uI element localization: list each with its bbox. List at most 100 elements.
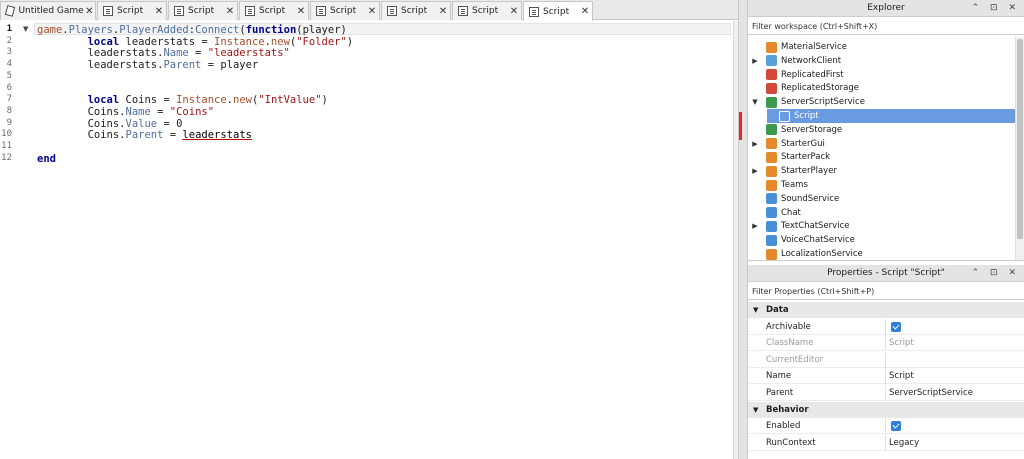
teams-icon — [766, 179, 777, 191]
code-line[interactable]: Coins.Name = "Coins" — [37, 106, 214, 118]
column-divider[interactable] — [885, 385, 886, 401]
code-token: (player) — [296, 24, 347, 36]
collapse-arrow-icon[interactable]: ▼ — [753, 402, 758, 418]
explorer-item-serverscriptservice[interactable]: ▼ ServerScriptService — [748, 95, 1015, 109]
column-divider[interactable] — [885, 434, 886, 451]
code-line[interactable]: leaderstats.Name = "leaderstats" — [37, 47, 290, 59]
drop-indicator — [739, 112, 742, 140]
line-number: 5 — [6, 70, 12, 81]
tab-script[interactable]: Script ✕ — [452, 1, 522, 20]
explorer-item-textchatservice[interactable]: ▶ TextChatService — [748, 219, 1015, 233]
expand-arrow-icon[interactable]: ▶ — [751, 140, 759, 148]
property-row-classname[interactable]: ClassName Script — [748, 335, 1024, 352]
explorer-item-label: VoiceChatService — [781, 235, 855, 246]
expand-arrow-icon[interactable]: ▶ — [751, 57, 759, 65]
script-editor[interactable]: 1 2 3 4 5 6 7 8 9 10 11 12 ▼ game.Players.PlayerAdde… — [0, 21, 733, 459]
explorer-item-networkclient[interactable]: ▶ NetworkClient — [748, 54, 1015, 68]
property-row-parent[interactable]: Parent ServerScriptService — [748, 385, 1024, 401]
checkbox-checked[interactable] — [891, 321, 901, 332]
fold-toggle-icon[interactable]: ▼ — [23, 25, 28, 33]
tab-script[interactable]: Script ✕ — [381, 1, 451, 20]
explorer-item-teams[interactable]: Teams — [748, 178, 1015, 192]
explorer-item-script[interactable]: Script — [767, 109, 1015, 123]
explorer-item-startergui[interactable]: ▶ StarterGui — [748, 137, 1015, 151]
line-number: 4 — [6, 59, 12, 70]
tab-untitled-game[interactable]: Untitled Game ✕ — [0, 1, 96, 20]
close-icon[interactable]: ✕ — [365, 6, 379, 17]
column-divider[interactable] — [885, 418, 886, 435]
explorer-item-chat[interactable]: Chat — [748, 206, 1015, 220]
close-icon[interactable]: ✕ — [507, 6, 521, 17]
tab-script[interactable]: Script ✕ — [239, 1, 309, 20]
tab-script[interactable]: Script ✕ — [97, 1, 167, 20]
code-line[interactable]: Coins.Value = 0 — [37, 118, 183, 130]
close-icon[interactable]: ✕ — [84, 6, 95, 17]
close-icon[interactable]: ✕ — [223, 6, 237, 17]
line-number: 8 — [6, 105, 12, 116]
code-line[interactable]: Coins.Parent = leaderstats — [37, 129, 252, 141]
column-divider[interactable] — [885, 351, 886, 368]
expand-arrow-icon[interactable]: ▶ — [751, 222, 759, 230]
close-icon[interactable]: ✕ — [578, 6, 592, 17]
category-data[interactable]: ▼ Data — [748, 302, 1024, 318]
category-behavior[interactable]: ▼ Behavior — [748, 401, 1024, 418]
code-token: new — [233, 94, 252, 107]
explorer-scrollbar[interactable] — [1015, 37, 1024, 260]
column-divider[interactable] — [885, 335, 886, 352]
explorer-item-replicatedfirst[interactable]: ReplicatedFirst — [748, 68, 1015, 82]
explorer-item-serverstorage[interactable]: ServerStorage — [748, 123, 1015, 137]
code-line[interactable]: leaderstats.Parent = player — [37, 59, 259, 71]
properties-window-controls[interactable]: ⌃ ⊡ ✕ — [972, 265, 1020, 282]
explorer-item-soundservice[interactable]: SoundService — [748, 192, 1015, 206]
panel-splitter[interactable] — [738, 0, 748, 459]
code-token: Connect — [195, 24, 240, 36]
explorer-item-voicechatservice[interactable]: VoiceChatService — [748, 233, 1015, 247]
explorer-filter-input[interactable]: Filter workspace (Ctrl+Shift+X) — [748, 18, 1024, 35]
explorer-item-label: StarterPlayer — [781, 166, 837, 177]
property-value[interactable]: Legacy — [889, 435, 919, 451]
properties-filter-input[interactable]: Filter Properties (Ctrl+Shift+P) — [748, 283, 1024, 300]
explorer-window-controls[interactable]: ⌃ ⊡ ✕ — [972, 0, 1020, 17]
code-token: ) — [346, 35, 354, 48]
code-line[interactable]: end — [37, 153, 56, 165]
tab-script-active[interactable]: Script ✕ — [523, 1, 593, 21]
code-token: = — [188, 47, 208, 60]
property-row-name[interactable]: Name Script — [748, 368, 1024, 385]
explorer-item-starterplayer[interactable]: ▶ StarterPlayer — [748, 164, 1015, 178]
tab-script[interactable]: Script ✕ — [168, 1, 238, 20]
property-row-runcontext[interactable]: RunContext Legacy — [748, 434, 1024, 451]
replicated-first-icon — [766, 69, 777, 81]
line-number: 1 — [6, 24, 12, 34]
property-row-currenteditor[interactable]: CurrentEditor — [748, 351, 1024, 368]
code-line[interactable]: game.Players.PlayerAdded:Connect(functio… — [37, 24, 347, 36]
property-row-enabled[interactable]: Enabled — [748, 418, 1024, 435]
explorer-item-label: Teams — [781, 180, 808, 190]
explorer-item-replicatedstorage[interactable]: ReplicatedStorage — [748, 81, 1015, 95]
expand-arrow-icon[interactable]: ▶ — [751, 167, 759, 175]
code-line[interactable]: local leaderstats = Instance.new("Folder… — [37, 35, 354, 48]
replicated-storage-icon — [766, 82, 777, 94]
explorer-item-localizationservice[interactable]: LocalizationService — [748, 247, 1015, 260]
column-divider[interactable] — [885, 318, 886, 335]
code-token: "Folder" — [296, 35, 347, 48]
close-icon[interactable]: ✕ — [436, 6, 450, 17]
explorer-item-materialservice[interactable]: MaterialService — [748, 40, 1015, 54]
column-divider[interactable] — [885, 368, 886, 385]
tab-script[interactable]: Script ✕ — [310, 1, 380, 20]
property-value[interactable]: Script — [889, 368, 914, 384]
checkbox-checked[interactable] — [891, 421, 901, 432]
line-number: 6 — [6, 82, 12, 93]
code-line[interactable]: local Coins = Instance.new("IntValue") — [37, 94, 328, 106]
property-value[interactable]: ServerScriptService — [889, 385, 973, 401]
collapse-arrow-icon[interactable]: ▼ — [751, 98, 759, 106]
script-icon — [779, 110, 790, 122]
explorer-scroll-thumb[interactable] — [1017, 39, 1023, 239]
collapse-arrow-icon[interactable]: ▼ — [753, 302, 758, 318]
close-icon[interactable]: ✕ — [152, 6, 166, 17]
property-name: Name — [766, 371, 792, 382]
explorer-item-label: LocalizationService — [781, 249, 863, 259]
close-icon[interactable]: ✕ — [294, 6, 308, 17]
property-row-archivable[interactable]: Archivable — [748, 318, 1024, 335]
explorer-item-starterpack[interactable]: StarterPack — [748, 150, 1015, 164]
